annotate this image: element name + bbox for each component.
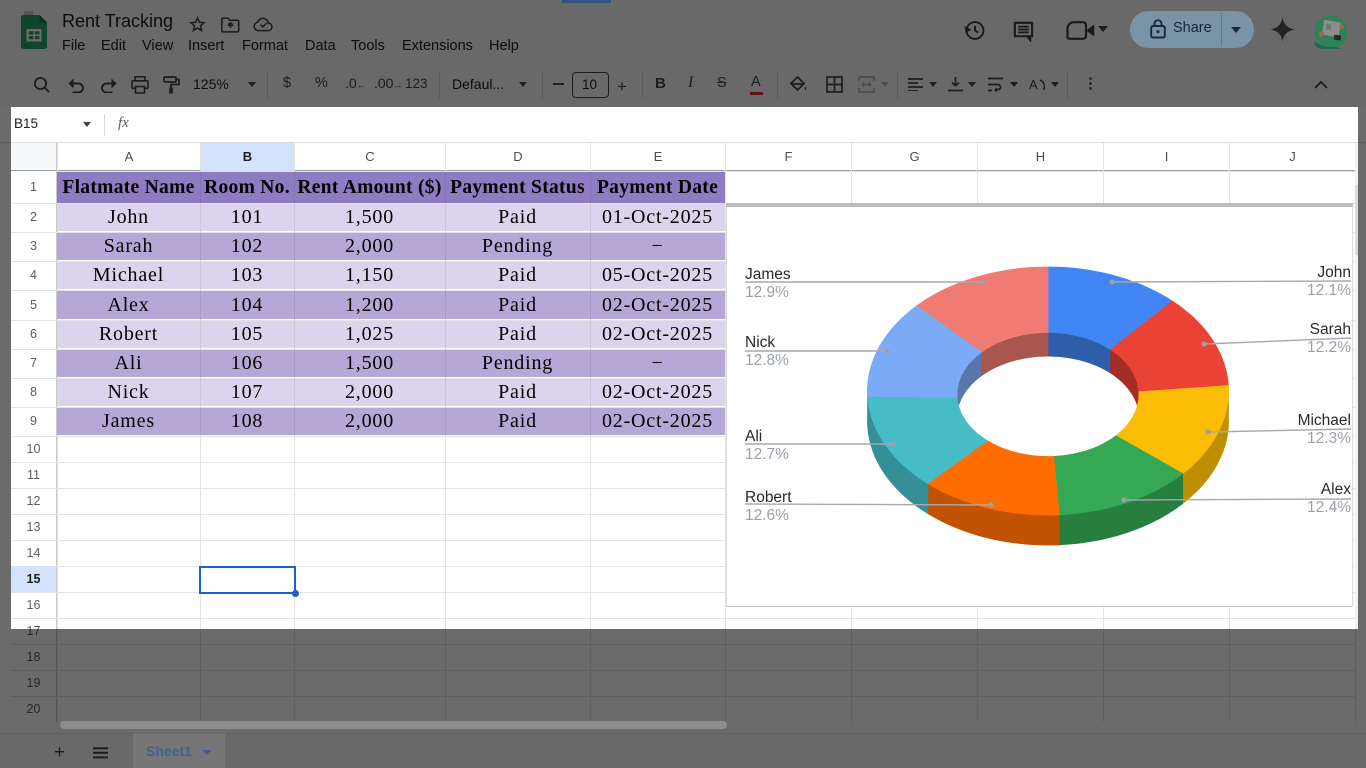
svg-text:12.2%: 12.2% — [1307, 339, 1351, 356]
svg-text:12.1%: 12.1% — [1307, 282, 1351, 299]
svg-text:12.3%: 12.3% — [1307, 430, 1351, 447]
svg-text:12.6%: 12.6% — [745, 507, 789, 524]
svg-text:Robert: Robert — [745, 489, 792, 506]
svg-text:John: John — [1317, 264, 1351, 281]
svg-text:12.4%: 12.4% — [1307, 499, 1351, 516]
svg-text:12.9%: 12.9% — [745, 284, 789, 301]
svg-text:Nick: Nick — [745, 334, 775, 351]
svg-text:12.8%: 12.8% — [745, 352, 789, 369]
svg-text:Sarah: Sarah — [1310, 321, 1351, 338]
svg-text:Michael: Michael — [1298, 412, 1351, 429]
svg-text:Alex: Alex — [1321, 481, 1351, 498]
svg-text:James: James — [745, 266, 791, 283]
svg-text:12.7%: 12.7% — [745, 446, 789, 463]
svg-text:Ali: Ali — [745, 428, 762, 445]
